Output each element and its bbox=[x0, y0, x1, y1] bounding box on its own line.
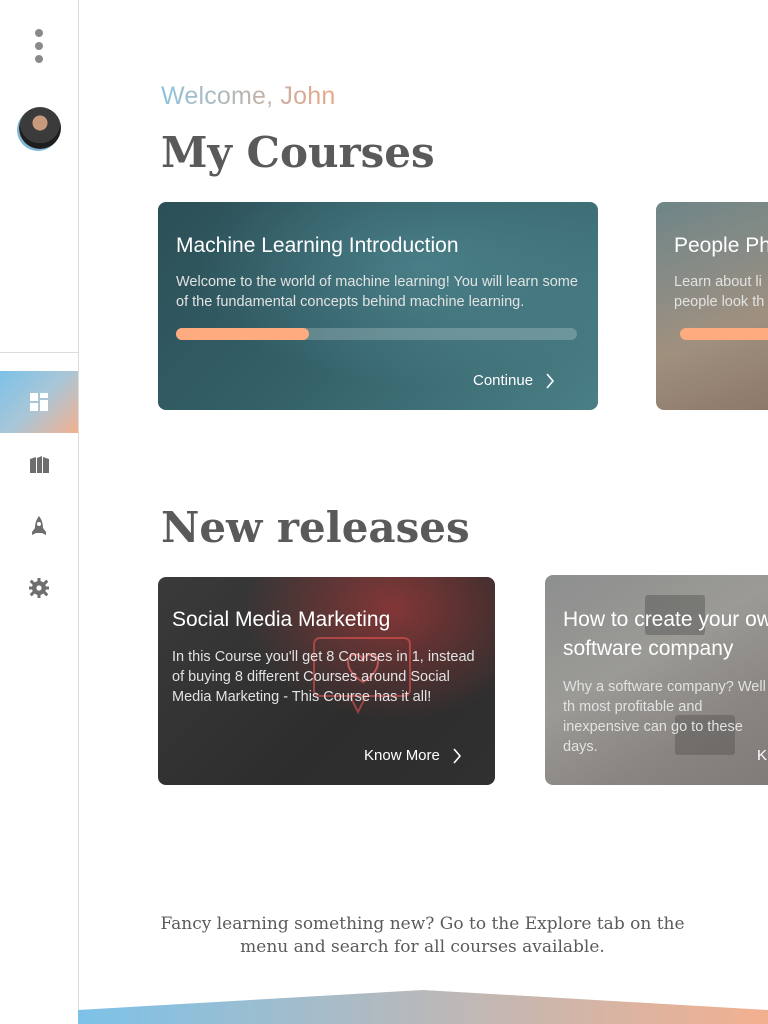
more-menu-icon[interactable] bbox=[34, 29, 44, 65]
release-title: Social Media Marketing bbox=[172, 608, 391, 631]
nav-library[interactable] bbox=[0, 433, 78, 495]
progress-bar bbox=[176, 328, 577, 340]
chevron-right-icon bbox=[453, 747, 461, 764]
release-description: In this Course you'll get 8 Courses in 1… bbox=[172, 649, 475, 705]
chevron-right-icon bbox=[546, 372, 555, 389]
progress-fill bbox=[680, 328, 768, 340]
nav-settings[interactable] bbox=[0, 557, 78, 619]
nav-explore[interactable] bbox=[0, 495, 78, 557]
release-card[interactable]: Social Media Marketing In this Course yo… bbox=[158, 577, 495, 785]
sidebar bbox=[0, 0, 79, 1024]
explore-hint: Fancy learning something new? Go to the … bbox=[160, 914, 685, 957]
new-releases-title: New releases bbox=[161, 503, 470, 552]
know-more-label: K bbox=[757, 747, 768, 764]
know-more-button[interactable]: Know More bbox=[364, 747, 462, 764]
course-title: People Ph bbox=[674, 234, 768, 257]
books-icon bbox=[30, 456, 49, 473]
avatar[interactable] bbox=[19, 107, 61, 149]
know-more-label: Know More bbox=[364, 747, 440, 764]
release-description: Why a software company? Well th most pro… bbox=[563, 679, 766, 755]
my-courses-title: My Courses bbox=[161, 128, 435, 177]
welcome-text: Welcome, John bbox=[161, 82, 336, 110]
course-card[interactable]: Machine Learning Introduction Welcome to… bbox=[158, 202, 598, 410]
course-description: Learn about li people look th bbox=[674, 274, 765, 310]
release-card[interactable]: How to create your ow software company W… bbox=[545, 575, 768, 785]
know-more-button[interactable]: K bbox=[757, 747, 767, 764]
sidebar-divider bbox=[0, 352, 78, 353]
nav-dashboard[interactable] bbox=[0, 371, 78, 433]
dashboard-icon bbox=[30, 393, 48, 411]
gear-icon bbox=[29, 578, 49, 598]
decorative-wave bbox=[78, 990, 768, 1024]
rocket-icon bbox=[32, 516, 46, 535]
release-title-line1: How to create your ow bbox=[563, 608, 768, 631]
progress-fill bbox=[176, 328, 309, 340]
course-description: Welcome to the world of machine learning… bbox=[176, 274, 578, 310]
continue-label: Continue bbox=[473, 372, 534, 389]
continue-button[interactable]: Continue bbox=[473, 372, 555, 389]
release-title-line2: software company bbox=[563, 637, 734, 660]
course-title: Machine Learning Introduction bbox=[176, 234, 459, 257]
course-card[interactable]: People Ph Learn about li people look th bbox=[656, 202, 768, 410]
